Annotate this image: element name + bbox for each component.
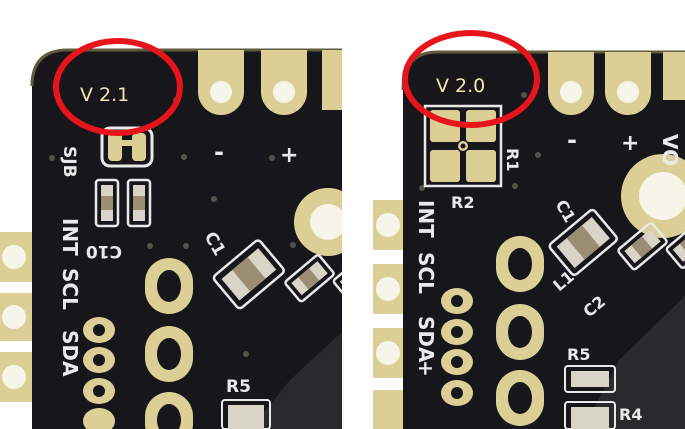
version-label: V 2.0: [436, 75, 485, 97]
silk-scl: SCL: [414, 252, 438, 294]
photo-panel-v21: SJB C10 INT SCL SDA C1 R5 - + V 2.1: [0, 0, 342, 429]
silk-scl: SCL: [58, 268, 82, 310]
silk-minus: -: [567, 126, 577, 154]
header-pads-large: [145, 258, 193, 429]
silk-r1: R1: [503, 148, 522, 171]
silk-plus-left: +: [414, 360, 438, 377]
version-label: V 2.1: [80, 84, 129, 106]
silk-r4: R4: [619, 405, 642, 424]
silk-r5: R5: [226, 377, 251, 397]
photo-panel-v20: R1 R2 INT SCL SDA C1 L1 C2 R5 R4 - + VO …: [343, 0, 685, 429]
silk-r5: R5: [567, 345, 590, 364]
silk-plus: +: [621, 131, 639, 156]
header-pads-large: [496, 236, 544, 426]
left-pads: [373, 200, 403, 429]
silk-int: INT: [58, 218, 82, 256]
pcb-photo-v20: R1 R2 INT SCL SDA C1 L1 C2 R5 R4 - + VO …: [373, 30, 685, 429]
silk-int: INT: [414, 200, 438, 238]
silk-sda: SDA: [414, 316, 438, 363]
left-pads: [0, 232, 32, 402]
silk-vo: VO: [658, 134, 682, 166]
silk-minus: -: [214, 138, 224, 166]
silk-sjb: SJB: [59, 146, 79, 178]
silk-c10: C10: [86, 241, 122, 261]
silk-sda: SDA: [58, 330, 82, 377]
pcb-photo-v21: SJB C10 INT SCL SDA C1 R5 - + V 2.1: [0, 38, 342, 429]
silk-r2: R2: [451, 193, 474, 212]
silk-plus: +: [280, 143, 298, 168]
